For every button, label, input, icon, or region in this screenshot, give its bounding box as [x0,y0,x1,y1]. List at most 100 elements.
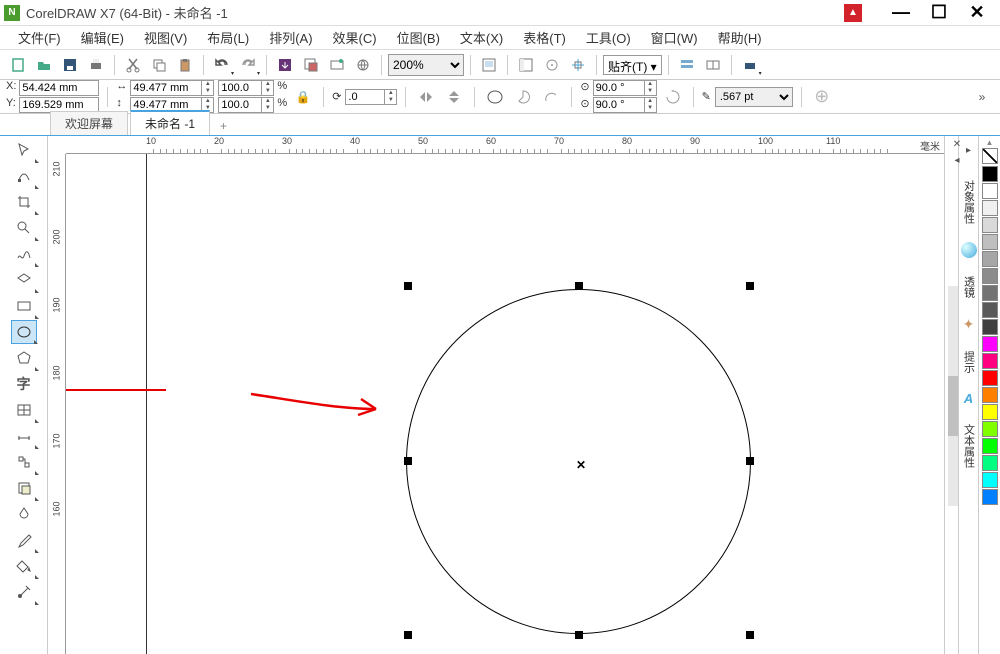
text-tool[interactable]: 字 [11,372,37,396]
pick-tool[interactable] [11,138,37,162]
rotation-input[interactable] [345,89,385,105]
copy-button[interactable] [147,53,171,77]
color-swatch[interactable] [982,319,998,335]
lock-ratio-button[interactable]: 🔒 [291,85,315,109]
color-swatch[interactable] [982,251,998,267]
color-swatch[interactable] [982,421,998,437]
color-swatch[interactable] [982,166,998,182]
menu-view[interactable]: 视图(V) [134,26,197,49]
docker-hints[interactable]: 提示 [961,351,977,373]
color-swatch[interactable] [982,438,998,454]
import-button[interactable] [273,53,297,77]
docker-lens[interactable]: 透镜 [961,276,977,298]
fullscreen-button[interactable] [477,53,501,77]
publish-button[interactable] [325,53,349,77]
color-swatch[interactable] [982,302,998,318]
tab-document[interactable]: 未命名 -1 [130,110,210,135]
menu-arrange[interactable]: 排列(A) [259,26,322,49]
canvas[interactable]: ✕ [66,154,944,654]
transparency-tool[interactable] [11,502,37,526]
link-button[interactable] [351,53,375,77]
menu-table[interactable]: 表格(T) [513,26,576,49]
handle-nw[interactable] [404,282,412,290]
color-swatch[interactable] [982,200,998,216]
menu-tools[interactable]: 工具(O) [576,26,641,49]
redo-button[interactable]: ▾ [236,53,260,77]
connector-tool[interactable] [11,450,37,474]
menu-bitmap[interactable]: 位图(B) [387,26,450,49]
close-button[interactable]: ✕ [964,3,990,23]
docker-object-properties[interactable]: 对象属性 [961,180,977,224]
scale-y-spinner[interactable]: ▲▼ [262,97,274,113]
add-button[interactable]: ⊕ [810,85,834,109]
export-button[interactable] [299,53,323,77]
color-swatch[interactable] [982,387,998,403]
menu-effect[interactable]: 效果(C) [323,26,387,49]
new-button[interactable] [6,53,30,77]
end-angle-input[interactable] [593,97,645,113]
handle-sw[interactable] [404,631,412,639]
menu-file[interactable]: 文件(F) [8,26,71,49]
swatch-none[interactable] [982,148,998,164]
open-button[interactable] [32,53,56,77]
outline-tool[interactable] [11,580,37,604]
effects-tool[interactable] [11,476,37,500]
menu-window[interactable]: 窗口(W) [641,26,708,49]
scrollbar-thumb[interactable] [948,376,958,436]
color-swatch[interactable] [982,268,998,284]
handle-s[interactable] [575,631,583,639]
options-button[interactable] [675,53,699,77]
zoom-tool[interactable] [11,216,37,240]
pie-button[interactable] [511,85,535,109]
handle-ne[interactable] [746,282,754,290]
smart-fill-tool[interactable] [11,268,37,292]
menu-help[interactable]: 帮助(H) [708,26,772,49]
menu-layout[interactable]: 布局(L) [197,26,259,49]
dimension-tool[interactable] [11,424,37,448]
color-swatch[interactable] [982,370,998,386]
vertical-ruler[interactable]: 210200190180170160 [48,154,66,654]
scale-y-input[interactable] [218,97,262,113]
paste-button[interactable] [173,53,197,77]
freehand-tool[interactable] [11,242,37,266]
snap-dropdown[interactable]: 贴齐(T) ▾ [603,55,662,75]
handle-e[interactable] [746,457,754,465]
user-icon[interactable]: ▲ [844,4,862,22]
polygon-tool[interactable] [11,346,37,370]
guides-button[interactable] [566,53,590,77]
color-swatch[interactable] [982,183,998,199]
handle-w[interactable] [404,457,412,465]
width-input[interactable] [130,80,202,96]
horizontal-ruler[interactable]: 毫米 102030405060708090100110 [66,136,944,154]
grid-button[interactable] [540,53,564,77]
direction-button[interactable] [661,85,685,109]
rulers-button[interactable] [514,53,538,77]
color-swatch[interactable] [982,472,998,488]
color-swatch[interactable] [982,234,998,250]
color-swatch[interactable] [982,285,998,301]
color-swatch[interactable] [982,353,998,369]
outline-width-select[interactable]: .567 pt [715,87,793,107]
mirror-v-button[interactable] [442,85,466,109]
docker-text-properties[interactable]: 文本属性 [961,424,977,468]
fill-tool[interactable] [11,554,37,578]
arc-button[interactable] [539,85,563,109]
scale-x-spinner[interactable]: ▲▼ [262,80,274,96]
end-angle-spinner[interactable]: ▲▼ [645,97,657,113]
overflow-button[interactable]: » [970,85,994,109]
save-button[interactable] [58,53,82,77]
crop-tool[interactable] [11,190,37,214]
tab-add-button[interactable]: + [212,117,235,135]
docker-expand-icon[interactable]: ▸ [957,138,981,162]
color-swatch[interactable] [982,489,998,505]
rectangle-tool[interactable] [11,294,37,318]
x-position-input[interactable] [19,80,99,96]
app-launcher-button[interactable]: ▾ [738,53,762,77]
handle-n[interactable] [575,282,583,290]
launch-button[interactable] [701,53,725,77]
start-angle-spinner[interactable]: ▲▼ [645,80,657,96]
scale-x-input[interactable] [218,80,262,96]
start-angle-input[interactable] [593,80,645,96]
color-swatch[interactable] [982,336,998,352]
zoom-level-select[interactable]: 200% [388,54,464,76]
